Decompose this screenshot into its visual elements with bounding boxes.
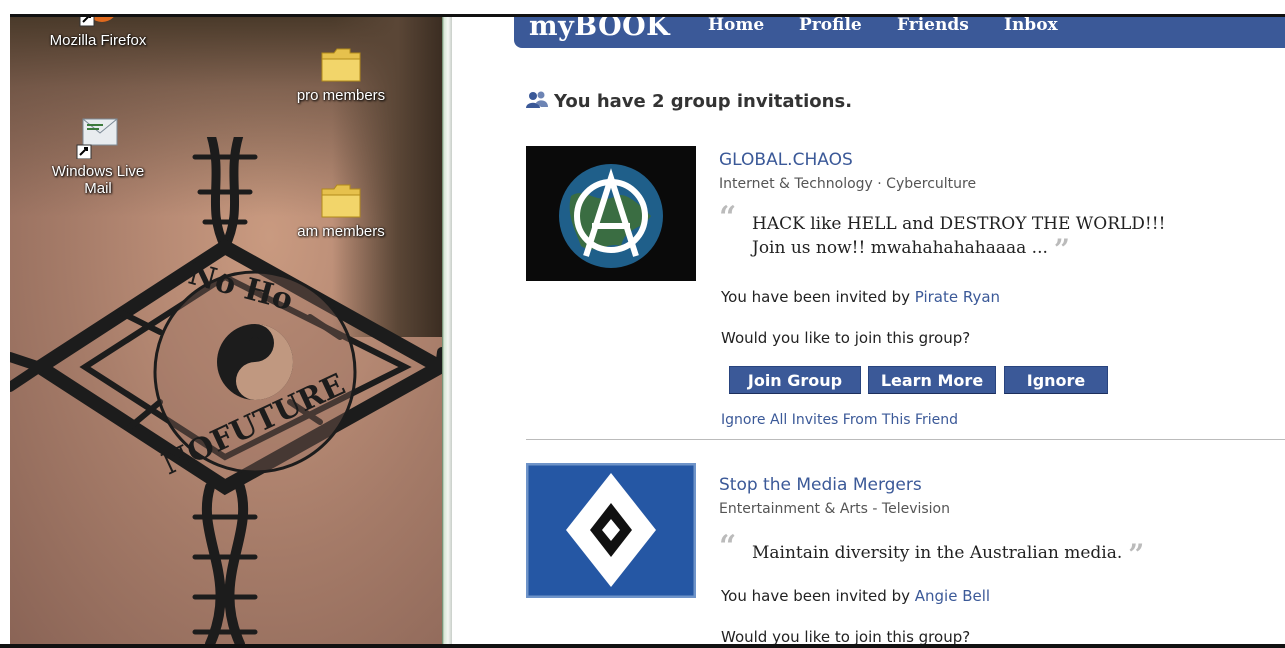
screen-frame-left <box>0 0 10 648</box>
invited-by-text: You have been invited by Pirate Ryan <box>721 288 1000 306</box>
desktop-icon-windows-live-mail[interactable]: Windows Live Mail <box>38 115 158 197</box>
site-logo[interactable]: myBOOK <box>529 17 670 42</box>
group-people-icon <box>526 91 548 108</box>
desktop-icon-label: pro members <box>296 87 386 104</box>
window-border <box>442 17 452 644</box>
join-group-button[interactable]: Join Group <box>729 366 861 394</box>
quote-close-icon: ” <box>1128 538 1145 571</box>
invited-by-prefix: You have been invited by <box>721 288 915 306</box>
group-description: HACK like HELL and DESTROY THE WORLD!!! … <box>752 212 1166 264</box>
quote-open-icon: “ <box>719 200 737 235</box>
desktop-icon-pro-members-folder[interactable]: pro members <box>281 47 401 104</box>
group-image-anarchy-globe[interactable] <box>526 146 696 281</box>
group-description-line: Maintain diversity in the Australian med… <box>752 543 1123 563</box>
group-description-line: Join us now!! mwahahahahaaaa ... <box>752 238 1048 258</box>
quote-close-icon: ” <box>1053 233 1070 266</box>
screen-frame-top <box>0 0 1285 14</box>
group-name-link[interactable]: GLOBAL.CHAOS <box>719 150 853 170</box>
desktop-icon-label: Windows Live Mail <box>51 163 145 197</box>
ignore-button[interactable]: Ignore <box>1004 366 1108 394</box>
nav-profile[interactable]: Profile <box>799 17 862 35</box>
group-description-line: HACK like HELL and DESTROY THE WORLD!!! <box>752 214 1166 234</box>
folder-icon <box>321 184 361 218</box>
invite-separator <box>526 439 1285 440</box>
desktop-wallpaper: No Ho NOFUTURE Mozilla Firefox Windows L… <box>10 17 442 644</box>
join-question: Would you like to join this group? <box>721 628 971 644</box>
firefox-icon <box>79 17 114 27</box>
invitations-heading-text: You have 2 group invitations. <box>554 91 853 112</box>
group-description: Maintain diversity in the Australian med… <box>752 541 1144 569</box>
quote-open-icon: “ <box>719 529 737 564</box>
mail-icon <box>76 118 118 159</box>
group-image-diamond[interactable] <box>526 463 696 598</box>
nav-friends[interactable]: Friends <box>897 17 969 35</box>
learn-more-button[interactable]: Learn More <box>868 366 996 394</box>
inviter-link[interactable]: Pirate Ryan <box>915 288 1000 306</box>
browser-page: myBOOK Home Profile Friends Inbox You ha… <box>452 17 1285 644</box>
group-category: Internet & Technology · Cyberculture <box>719 176 977 192</box>
desktop-icon-am-members-folder[interactable]: am members <box>281 183 401 240</box>
inviter-link[interactable]: Angie Bell <box>915 587 990 605</box>
join-question: Would you like to join this group? <box>721 329 971 347</box>
nav-inbox[interactable]: Inbox <box>1004 17 1058 35</box>
desktop-icon-firefox[interactable]: Mozilla Firefox <box>38 17 158 49</box>
nav-home[interactable]: Home <box>708 17 764 35</box>
site-header: myBOOK Home Profile Friends Inbox <box>514 17 1285 48</box>
desktop-icon-label: Mozilla Firefox <box>49 32 147 49</box>
screen-frame-bottom <box>0 644 1285 648</box>
group-invite-card: GLOBAL.CHAOS Internet & Technology · Cyb… <box>526 146 1285 446</box>
folder-icon <box>321 48 361 82</box>
invited-by-prefix: You have been invited by <box>721 587 915 605</box>
group-invite-card: Stop the Media Mergers Entertainment & A… <box>526 463 1285 644</box>
desktop-icon-label: am members <box>297 223 385 240</box>
invitations-heading: You have 2 group invitations. <box>526 91 852 112</box>
invited-by-text: You have been invited by Angie Bell <box>721 587 990 605</box>
group-category: Entertainment & Arts - Television <box>719 501 950 517</box>
group-name-link[interactable]: Stop the Media Mergers <box>719 475 922 495</box>
ignore-all-invites-link[interactable]: Ignore All Invites From This Friend <box>721 412 958 428</box>
